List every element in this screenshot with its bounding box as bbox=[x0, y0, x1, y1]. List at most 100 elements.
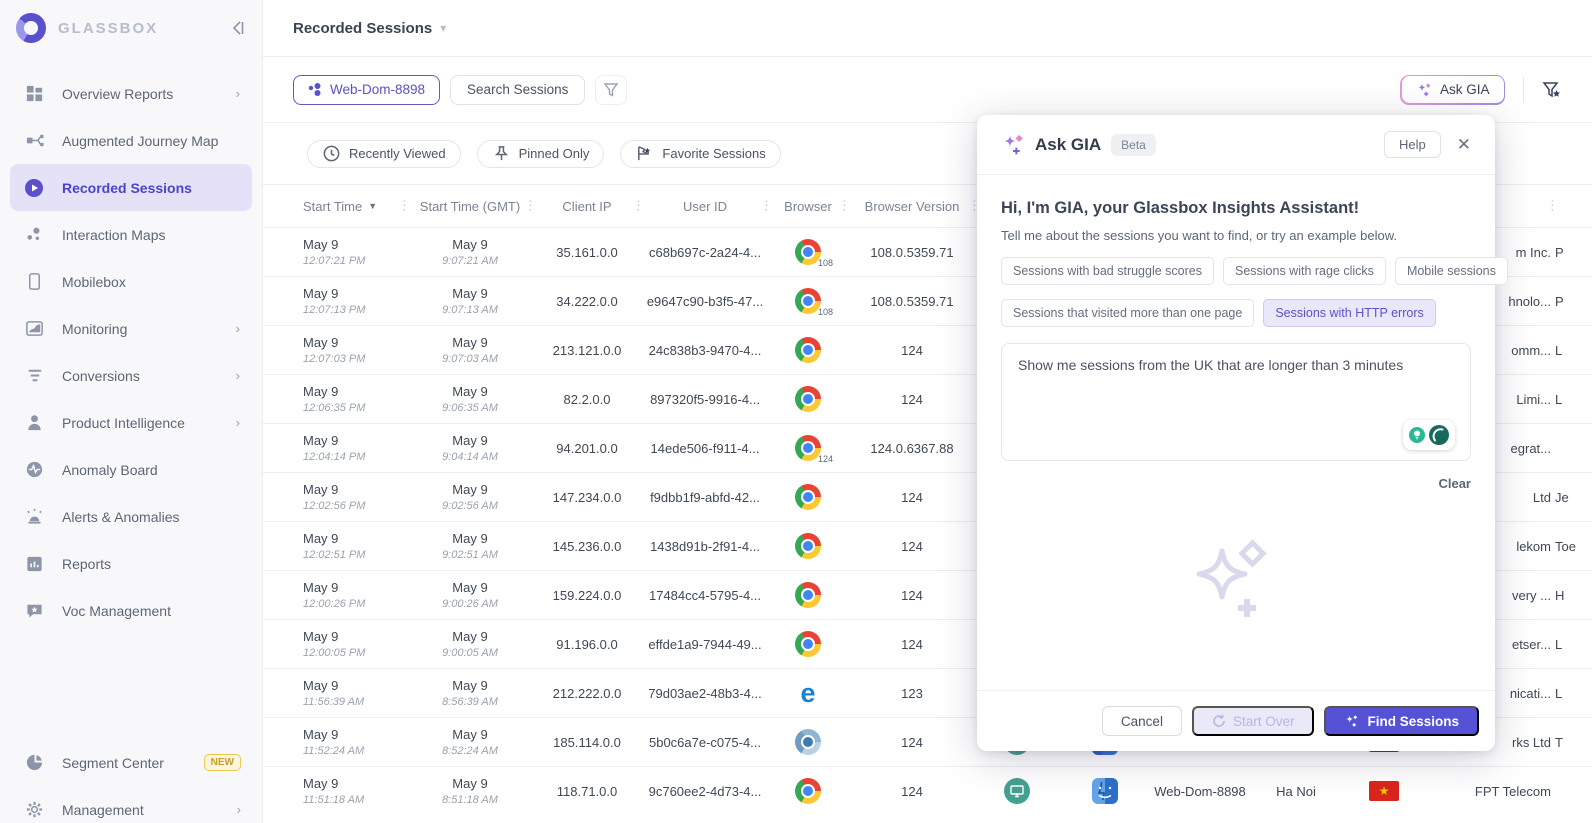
client-ip-cell: 94.201.0.0 bbox=[533, 424, 641, 472]
speech-bubble-icon bbox=[1428, 424, 1450, 446]
help-button[interactable]: Help bbox=[1384, 131, 1441, 158]
sort-desc-icon: ▼ bbox=[368, 201, 377, 211]
assistant-extension-widget[interactable] bbox=[1403, 420, 1455, 450]
sidebar-item-anomaly-board[interactable]: Anomaly Board bbox=[10, 446, 252, 493]
start-over-button[interactable]: Start Over bbox=[1192, 706, 1315, 736]
extra-cell: Je bbox=[1555, 473, 1591, 521]
example-chip[interactable]: Mobile sessions bbox=[1395, 257, 1508, 285]
extra-cell: T bbox=[1555, 718, 1591, 766]
sidebar-item-alerts-anomalies[interactable]: Alerts & Anomalies bbox=[10, 493, 252, 540]
chevron-right-icon: › bbox=[236, 86, 240, 101]
sidebar-item-voc-management[interactable]: Voc Management bbox=[10, 587, 252, 634]
chevron-down-icon[interactable]: ▾ bbox=[440, 21, 446, 35]
sidebar-item-monitoring[interactable]: Monitoring› bbox=[10, 305, 252, 352]
chevron-right-icon: › bbox=[236, 368, 240, 383]
browser-version-cell: 124 bbox=[847, 375, 977, 423]
quick-filter-pinned-only[interactable]: Pinned Only bbox=[477, 140, 605, 168]
table-row[interactable]: May 911:51:18 AMMay 98:51:18 AM118.71.0.… bbox=[263, 766, 1592, 815]
browser-chrome-icon bbox=[795, 533, 821, 559]
client-ip-cell: 91.196.0.0 bbox=[533, 620, 641, 668]
search-sessions-button[interactable]: Search Sessions bbox=[450, 75, 585, 105]
quick-filter-favorite-sessions[interactable]: Favorite Sessions bbox=[620, 140, 780, 168]
ask-gia-button[interactable]: Ask GIA bbox=[1400, 75, 1505, 105]
close-icon[interactable]: ✕ bbox=[1457, 135, 1471, 155]
browser-chrome-icon bbox=[795, 386, 821, 412]
client-ip-cell: 35.161.0.0 bbox=[533, 228, 641, 276]
start-time-gmt-cell: May 9 8:52:24 AM bbox=[407, 718, 533, 766]
extra-cell: L bbox=[1555, 375, 1591, 423]
column-header-start-time[interactable]: Start Time▼⋮ bbox=[263, 185, 407, 227]
sidebar-item-label: Management bbox=[62, 802, 237, 818]
quick-filter-recently-viewed[interactable]: Recently Viewed bbox=[307, 140, 461, 168]
client-ip-cell: 118.71.0.0 bbox=[533, 767, 641, 815]
sidebar-item-conversions[interactable]: Conversions› bbox=[10, 352, 252, 399]
beta-badge: Beta bbox=[1111, 134, 1156, 156]
browser-cell bbox=[769, 767, 847, 815]
domain-filter-label: Web-Dom-8898 bbox=[330, 82, 425, 97]
start-time-gmt-cell: May 99:02:51 AM bbox=[407, 522, 533, 570]
column-header-browser-version[interactable]: Browser Version⋮ bbox=[847, 185, 977, 227]
browser-major-version: 124 bbox=[818, 454, 833, 464]
sidebar: GLASSBOX Overview Reports›Augmented Jour… bbox=[0, 0, 263, 823]
pulse-icon bbox=[24, 460, 44, 480]
sidebar-item-segment-center[interactable]: Segment CenterNEW bbox=[10, 739, 253, 786]
example-chip[interactable]: Sessions with HTTP errors bbox=[1263, 299, 1435, 327]
cancel-button[interactable]: Cancel bbox=[1102, 706, 1182, 736]
browser-version-cell: 124 bbox=[847, 473, 977, 521]
sidebar-item-mobilebox[interactable]: Mobilebox bbox=[10, 258, 252, 305]
browser-cell bbox=[769, 571, 847, 619]
gmt-time: 8:52:24 AM bbox=[442, 745, 498, 757]
browser-chrome-icon bbox=[795, 484, 821, 510]
browser-chrome-icon bbox=[795, 337, 821, 363]
example-chip[interactable]: Sessions that visited more than one page bbox=[1001, 299, 1254, 327]
gmt-date: May 9 bbox=[452, 433, 487, 448]
sidebar-collapse-icon[interactable] bbox=[228, 21, 246, 35]
filter-funnel-button[interactable] bbox=[595, 75, 627, 105]
column-header-user-id[interactable]: User ID⋮ bbox=[641, 185, 769, 227]
browser-version-cell: 123 bbox=[847, 669, 977, 717]
start-time: 12:00:26 PM bbox=[303, 598, 365, 610]
user-id-cell: 9c760ee2-4d73-4... bbox=[641, 767, 769, 815]
start-time-gmt-cell: May 99:04:14 AM bbox=[407, 424, 533, 472]
user-id-cell: 5b0c6a7e-c075-4... bbox=[641, 718, 769, 766]
browser-version-cell: 108.0.5359.71 bbox=[847, 228, 977, 276]
area-chart-icon bbox=[24, 319, 44, 339]
example-chips-row-1: Sessions with bad struggle scores Session… bbox=[1001, 257, 1471, 285]
gmt-time: 9:00:26 AM bbox=[442, 598, 498, 610]
browser-cell: e bbox=[769, 669, 847, 717]
sidebar-item-augmented-journey-map[interactable]: Augmented Journey Map bbox=[10, 117, 252, 164]
browser-version-cell: 124 bbox=[847, 522, 977, 570]
example-chip[interactable]: Sessions with rage clicks bbox=[1223, 257, 1386, 285]
start-time: 11:52:24 AM bbox=[303, 745, 364, 757]
sidebar-item-product-intelligence[interactable]: Product Intelligence› bbox=[10, 399, 252, 446]
funnel-star-icon[interactable] bbox=[1542, 80, 1562, 100]
column-header-label: User ID bbox=[683, 199, 727, 214]
column-header-browser[interactable]: Browser⋮ bbox=[769, 185, 847, 227]
example-chip[interactable]: Sessions with bad struggle scores bbox=[1001, 257, 1214, 285]
user-id-cell: c68b697c-2a24-4... bbox=[641, 228, 769, 276]
gmt-time: 9:02:51 AM bbox=[442, 549, 498, 561]
domain-filter-chip[interactable]: Web-Dom-8898 bbox=[293, 75, 440, 105]
macos-os-icon bbox=[1092, 778, 1118, 804]
sidebar-item-interaction-maps[interactable]: Interaction Maps bbox=[10, 211, 252, 258]
sidebar-item-recorded-sessions[interactable]: Recorded Sessions bbox=[10, 164, 252, 211]
column-header-client-ip[interactable]: Client IP⋮ bbox=[533, 185, 641, 227]
browser-chrome-icon: 108 bbox=[795, 288, 821, 314]
sidebar-item-label: Voc Management bbox=[62, 603, 240, 619]
chevron-right-icon: › bbox=[236, 321, 240, 336]
client-ip-cell: 185.114.0.0 bbox=[533, 718, 641, 766]
browser-cell bbox=[769, 473, 847, 521]
column-header-start-time-gmt-[interactable]: Start Time (GMT)⋮ bbox=[407, 185, 533, 227]
sidebar-item-management[interactable]: Management› bbox=[10, 786, 253, 823]
start-time: 12:07:13 PM bbox=[303, 304, 365, 316]
find-sessions-button[interactable]: Find Sessions bbox=[1324, 706, 1479, 736]
clear-link[interactable]: Clear bbox=[1001, 476, 1471, 491]
gia-prompt-input[interactable]: Show me sessions from the UK that are lo… bbox=[1001, 343, 1471, 461]
sidebar-item-overview-reports[interactable]: Overview Reports› bbox=[10, 70, 252, 117]
sidebar-item-reports[interactable]: Reports bbox=[10, 540, 252, 587]
browser-chrome-icon bbox=[795, 778, 821, 804]
column-header-label: Browser Version bbox=[865, 199, 960, 214]
gmt-date: May 9 bbox=[452, 727, 487, 742]
pie-icon bbox=[24, 753, 44, 773]
phone-icon bbox=[24, 272, 44, 292]
